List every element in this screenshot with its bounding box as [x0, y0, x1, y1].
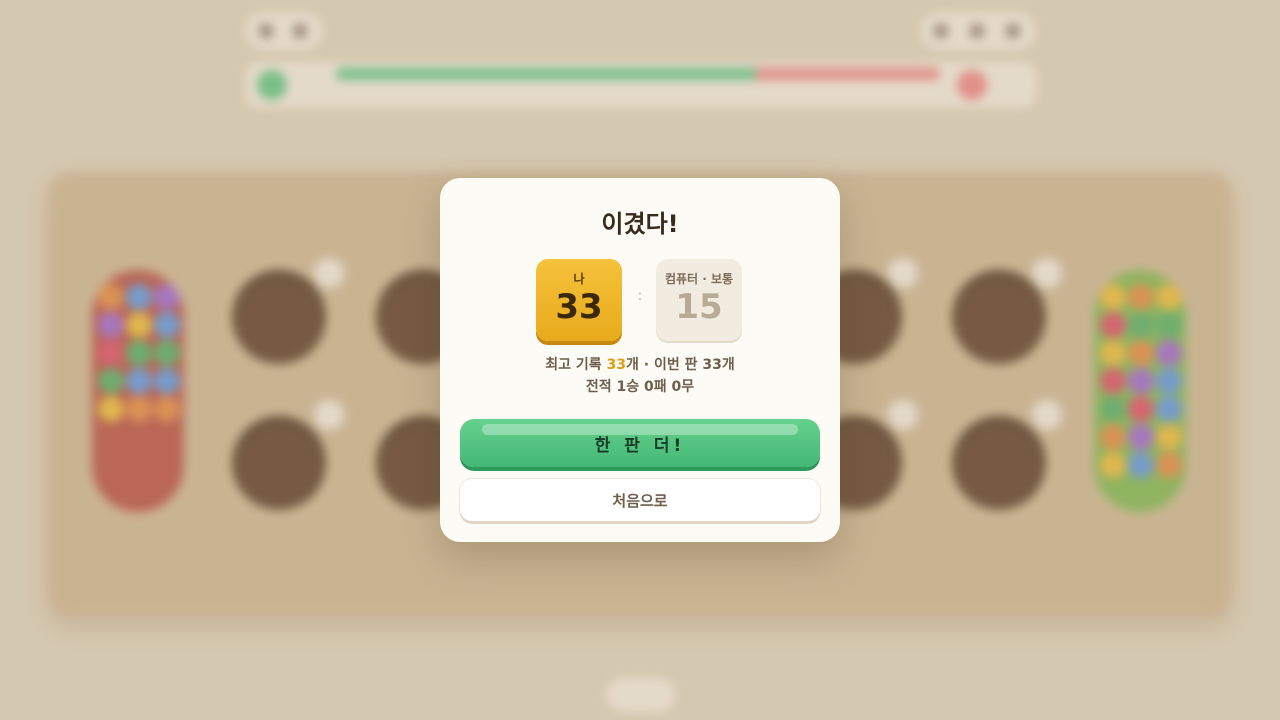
cpu-score-card: 컴퓨터 · 보통 15 [656, 259, 742, 341]
button-shine [482, 424, 798, 435]
best-record-suffix: 개 · 이번 판 33개 [626, 357, 735, 373]
best-record-line: 최고 기록 33개 · 이번 판 33개 [440, 354, 840, 374]
best-record-prefix: 최고 기록 [545, 357, 607, 373]
my-score-value: 33 [555, 287, 603, 327]
score-separator: : [637, 288, 643, 304]
best-record-value: 33 [606, 357, 627, 373]
go-home-button[interactable]: 처음으로 [460, 479, 820, 521]
play-again-label: 한 판 더! [594, 435, 686, 456]
my-score-label: 나 [573, 272, 585, 286]
result-modal: 이겼다! 나 33 : 컴퓨터 · 보통 15 최고 기록 33개 · 이번 판… [440, 178, 840, 542]
my-score-card: 나 33 [536, 259, 622, 341]
result-title: 이겼다! [601, 210, 679, 238]
cpu-score-value: 15 [675, 287, 723, 327]
play-again-button[interactable]: 한 판 더! [460, 419, 820, 467]
match-record-line: 전적 1승 0패 0무 [585, 379, 695, 395]
cpu-score-label: 컴퓨터 · 보통 [664, 272, 734, 286]
